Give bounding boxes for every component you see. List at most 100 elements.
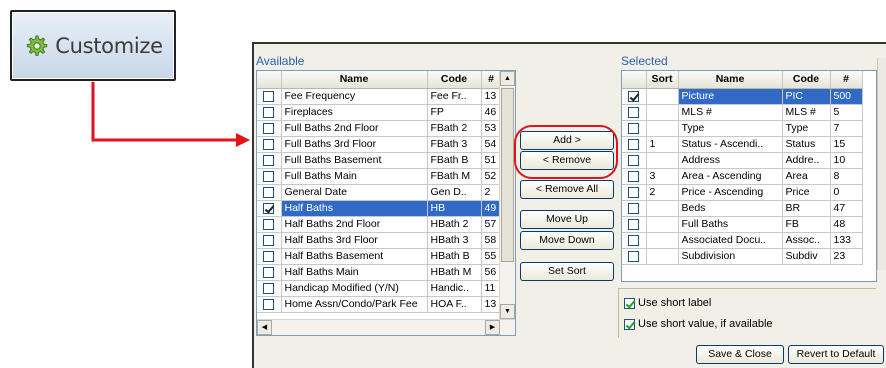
checkbox-cell[interactable] — [622, 232, 647, 249]
table-row[interactable]: MLS # MLS #5 — [622, 104, 863, 121]
row-checkbox[interactable] — [263, 234, 275, 246]
checkbox-cell[interactable] — [257, 120, 282, 137]
column-header[interactable]: Name — [678, 71, 783, 89]
table-row[interactable]: Half Baths HB 49 — [257, 200, 502, 217]
short-value-option[interactable]: Use short value, if available — [624, 318, 773, 330]
table-row[interactable]: Associated Docu.. Assoc.. 133 — [622, 232, 863, 249]
checkbox-cell[interactable] — [257, 88, 282, 105]
checkbox-cell[interactable] — [622, 120, 647, 137]
row-checkbox[interactable] — [263, 138, 275, 150]
table-row[interactable]: Beds BR 47 — [622, 200, 863, 217]
row-checkbox[interactable] — [263, 266, 275, 278]
row-checkbox[interactable] — [263, 186, 275, 198]
checkbox-cell[interactable] — [622, 184, 647, 201]
table-row[interactable]: 1 Status - Ascendi.. Status 15 — [622, 136, 863, 153]
save-close-button[interactable]: Save & Close — [696, 345, 784, 364]
row-checkbox[interactable] — [263, 202, 275, 214]
column-header[interactable]: Code — [427, 71, 482, 89]
row-checkbox[interactable] — [628, 106, 640, 118]
table-row[interactable]: 3 Area - Ascending Area 8 — [622, 168, 863, 185]
checkbox-cell[interactable] — [622, 136, 647, 153]
short-label-option[interactable]: Use short label — [624, 297, 711, 309]
checkbox-cell[interactable] — [622, 88, 647, 105]
column-header[interactable]: # — [830, 71, 863, 89]
remove-all-button[interactable]: < Remove All — [520, 180, 614, 199]
table-row[interactable]: Half Baths Main HBath M 56 — [257, 264, 502, 281]
table-row[interactable]: Full Baths 3rd Floor FBath 3 54 — [257, 136, 502, 153]
column-header[interactable]: Name — [281, 71, 428, 89]
checkbox-cell[interactable] — [257, 104, 282, 121]
checkbox-cell[interactable] — [257, 296, 282, 313]
checkbox-cell[interactable] — [622, 200, 647, 217]
table-row[interactable]: Full Baths Basement FBath B 51 — [257, 152, 502, 169]
row-checkbox[interactable] — [263, 282, 275, 294]
short-value-checkbox[interactable] — [624, 318, 635, 330]
set-sort-button[interactable]: Set Sort — [520, 262, 614, 281]
row-checkbox[interactable] — [263, 90, 275, 102]
row-checkbox[interactable] — [263, 106, 275, 118]
row-checkbox[interactable] — [263, 298, 275, 310]
table-row[interactable]: Half Baths 3rd Floor HBath 3 58 — [257, 232, 502, 249]
checkbox-cell[interactable] — [257, 136, 282, 153]
scroll-right-icon[interactable]: ▶ — [485, 320, 500, 335]
row-checkbox[interactable] — [628, 250, 640, 262]
checkbox-cell[interactable] — [622, 104, 647, 121]
table-row[interactable]: Half Baths 2nd Floor HBath 2 57 — [257, 216, 502, 233]
checkbox-cell[interactable] — [622, 168, 647, 185]
move-up-button[interactable]: Move Up — [520, 210, 614, 229]
row-checkbox[interactable] — [628, 170, 640, 182]
available-hscrollbar[interactable]: ◀ ▶ — [257, 319, 515, 335]
customize-button[interactable]: Customize — [10, 10, 176, 81]
checkbox-cell[interactable] — [257, 248, 282, 265]
scroll-thumb[interactable] — [501, 88, 514, 262]
scroll-down-icon[interactable]: ▼ — [500, 304, 515, 319]
checkbox-cell[interactable] — [257, 184, 282, 201]
column-header[interactable] — [622, 71, 647, 89]
checkbox-cell[interactable] — [257, 264, 282, 281]
column-header[interactable] — [257, 71, 282, 89]
short-label-checkbox[interactable] — [624, 297, 635, 309]
table-row[interactable]: Half Baths Basement HBath B 55 — [257, 248, 502, 265]
row-checkbox[interactable] — [628, 90, 640, 102]
row-checkbox[interactable] — [628, 138, 640, 150]
column-header[interactable]: # — [481, 71, 502, 89]
selected-list[interactable]: Sort Name Code # Picture PIC 500 MLS # MLS #5 Ty… — [621, 70, 877, 282]
row-checkbox[interactable] — [263, 154, 275, 166]
table-row[interactable]: 2 Price - Ascending Price 0 — [622, 184, 863, 201]
checkbox-cell[interactable] — [622, 216, 647, 233]
column-header[interactable]: Sort — [646, 71, 679, 89]
row-checkbox[interactable] — [263, 122, 275, 134]
column-header[interactable]: Code — [782, 71, 831, 89]
checkbox-cell[interactable] — [257, 152, 282, 169]
checkbox-cell[interactable] — [257, 280, 282, 297]
row-checkbox[interactable] — [628, 154, 640, 166]
table-row[interactable]: Address Addre.. 10 — [622, 152, 863, 169]
table-row[interactable]: Fee Frequency Fee Fr.. 13 — [257, 88, 502, 105]
table-row[interactable]: Picture PIC 500 — [622, 88, 863, 105]
available-vscrollbar[interactable]: ▲ ▼ — [499, 71, 515, 319]
checkbox-cell[interactable] — [257, 216, 282, 233]
available-list[interactable]: Name Code # Fee Frequency Fee Fr.. 13 Firepla… — [256, 70, 516, 336]
table-row[interactable]: Subdivision Subdiv 23 — [622, 248, 863, 265]
table-row[interactable]: Handicap Modified (Y/N) Handic.. 11 — [257, 280, 502, 297]
row-checkbox[interactable] — [628, 186, 640, 198]
row-checkbox[interactable] — [263, 250, 275, 262]
table-row[interactable]: Home Assn/Condo/Park Fee HOA F.. 13 — [257, 296, 502, 313]
scroll-up-icon[interactable]: ▲ — [500, 71, 515, 86]
row-checkbox[interactable] — [263, 170, 275, 182]
checkbox-cell[interactable] — [257, 168, 282, 185]
row-checkbox[interactable] — [263, 218, 275, 230]
row-checkbox[interactable] — [628, 218, 640, 230]
checkbox-cell[interactable] — [257, 232, 282, 249]
table-row[interactable]: Fireplaces FP 46 — [257, 104, 502, 121]
table-row[interactable]: Full Baths 2nd Floor FBath 2 53 — [257, 120, 502, 137]
checkbox-cell[interactable] — [622, 152, 647, 169]
row-checkbox[interactable] — [628, 122, 640, 134]
table-row[interactable]: Full Baths FB 48 — [622, 216, 863, 233]
checkbox-cell[interactable] — [257, 200, 282, 217]
table-row[interactable]: Full Baths Main FBath M 52 — [257, 168, 502, 185]
scroll-left-icon[interactable]: ◀ — [257, 320, 272, 335]
table-row[interactable]: Type Type 7 — [622, 120, 863, 137]
revert-default-button[interactable]: Revert to Default — [788, 345, 884, 364]
checkbox-cell[interactable] — [622, 248, 647, 265]
